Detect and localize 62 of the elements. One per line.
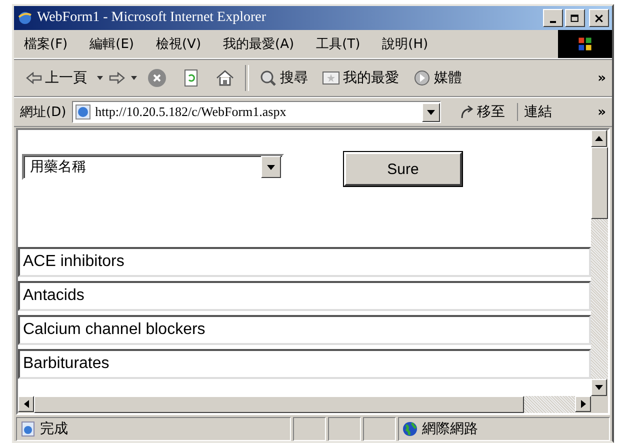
drug-class-field[interactable]: ACE inhibitors	[18, 247, 591, 277]
minimize-icon	[550, 20, 556, 22]
scroll-down-button[interactable]	[591, 379, 607, 396]
menu-item[interactable]: 編輯(E)	[90, 35, 134, 53]
drug-class-field[interactable]: Calcium channel blockers	[18, 315, 591, 345]
minimize-button[interactable]	[543, 9, 563, 27]
dropdown-arrow-icon[interactable]	[131, 76, 137, 80]
vertical-scrollbar[interactable]	[591, 130, 608, 413]
close-icon	[594, 14, 604, 22]
scrollbar-thumb[interactable]	[591, 147, 608, 219]
star-folder-icon	[322, 70, 340, 86]
menu-item[interactable]: 工具(T)	[316, 35, 360, 53]
favorites-button[interactable]: 我的最愛	[318, 67, 403, 89]
address-dropdown-button[interactable]	[422, 102, 440, 122]
globe-icon	[402, 421, 418, 437]
curved-arrow-icon	[459, 105, 476, 119]
dropdown-arrow-icon	[267, 164, 275, 170]
close-button[interactable]	[589, 9, 609, 27]
stop-icon[interactable]	[147, 68, 167, 88]
menu-item[interactable]: 檢視(V)	[156, 35, 202, 53]
back-arrow-icon	[26, 72, 42, 84]
scroll-right-button[interactable]	[575, 396, 591, 412]
media-button[interactable]: 媒體	[409, 67, 466, 89]
links-button[interactable]: 連結	[517, 103, 552, 121]
down-arrow-icon	[595, 385, 603, 390]
links-overflow-chevron[interactable]: »	[598, 104, 606, 120]
dropdown-arrow-icon[interactable]	[97, 76, 103, 80]
page-icon	[20, 421, 36, 437]
search-icon	[259, 69, 277, 87]
toolbar-overflow-chevron[interactable]: »	[598, 70, 606, 86]
drug-class-field[interactable]: Antacids	[18, 281, 591, 311]
drug-class-field[interactable]: Barbiturates	[18, 349, 591, 379]
dropdown-arrow-icon	[427, 110, 436, 114]
sure-button[interactable]: Sure	[344, 152, 462, 186]
scroll-left-button[interactable]	[18, 396, 34, 412]
menu-item[interactable]: 說明(H)	[382, 35, 428, 53]
scroll-up-button[interactable]	[591, 130, 607, 147]
right-arrow-icon	[580, 400, 586, 408]
search-button[interactable]: 搜尋	[255, 67, 312, 89]
status-text: 完成	[40, 420, 68, 438]
menu-item[interactable]: 檔案(F)	[24, 35, 68, 53]
zone-text: 網際網路	[422, 420, 478, 438]
forward-arrow-icon[interactable]	[109, 72, 125, 84]
up-arrow-icon	[595, 136, 603, 141]
home-icon[interactable]	[215, 68, 235, 88]
go-button[interactable]: 移至	[459, 103, 506, 121]
menu-item[interactable]: 我的最愛(A)	[223, 35, 294, 53]
address-field[interactable]: http://10.20.5.182/c/WebForm1.aspx	[72, 101, 442, 123]
page-icon	[75, 104, 92, 120]
play-icon	[413, 69, 431, 87]
back-button[interactable]: 上一頁	[22, 67, 91, 89]
drug-name-dropdown[interactable]: 用藥名稱	[22, 154, 284, 180]
status-pane	[363, 417, 396, 441]
status-pane	[293, 417, 326, 441]
maximize-icon	[570, 14, 580, 22]
windows-logo	[558, 30, 612, 58]
maximize-button[interactable]	[565, 9, 585, 27]
browser-icon	[17, 10, 33, 26]
status-pane	[328, 417, 361, 441]
left-arrow-icon	[24, 400, 28, 408]
address-label: 網址(D)	[20, 104, 66, 121]
window-title: WebForm1 - Microsoft Internet Explorer	[37, 10, 268, 26]
